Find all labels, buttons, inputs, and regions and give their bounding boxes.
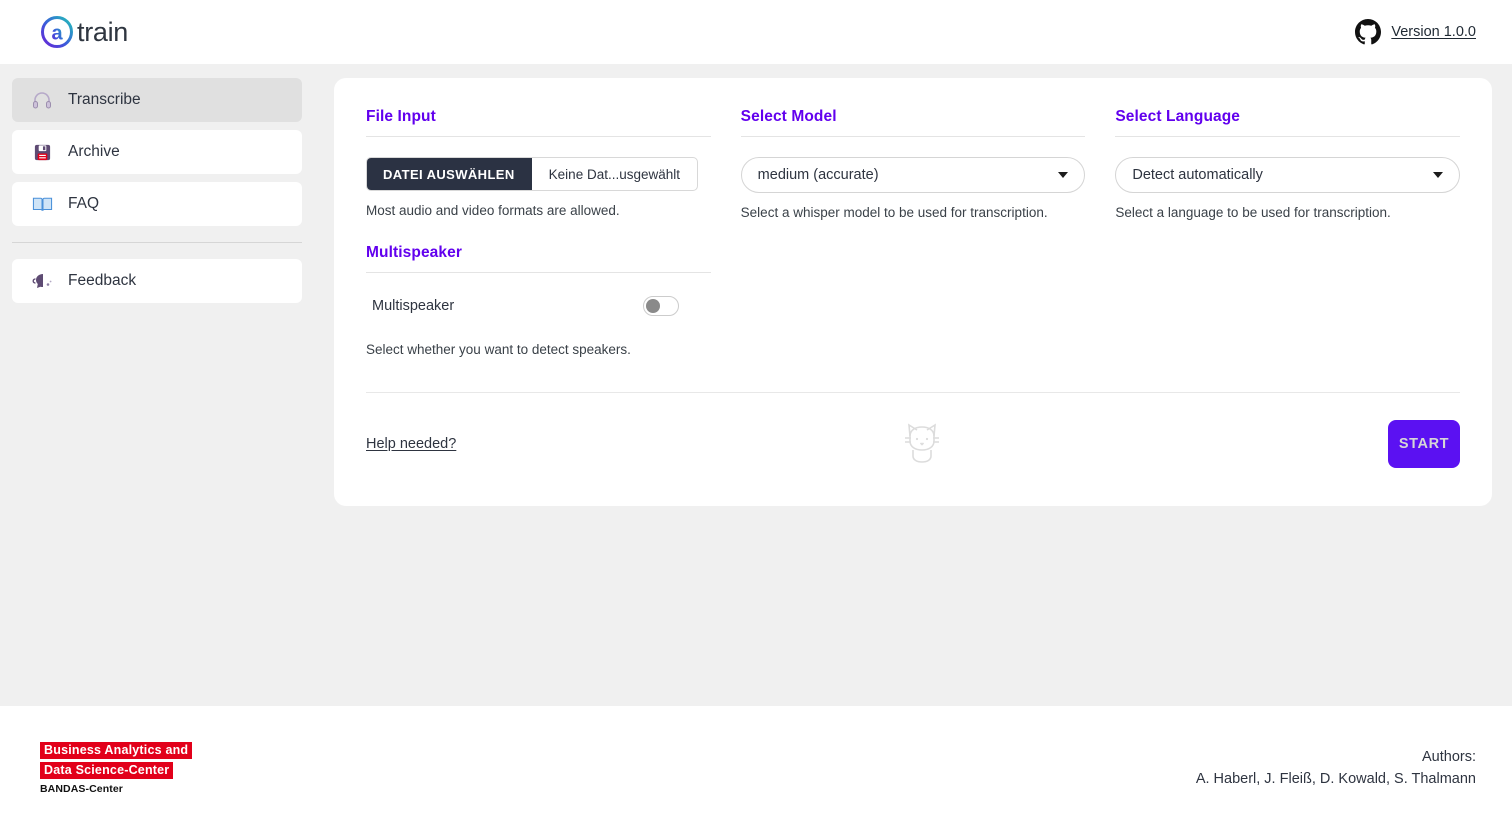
multispeaker-toggle[interactable] xyxy=(642,296,679,316)
column-select-language: Select Language Detect automatically Sel… xyxy=(1115,108,1461,357)
select-model-title: Select Model xyxy=(740,108,837,125)
chevron-down-icon xyxy=(1433,172,1444,178)
help-needed-link[interactable]: Help needed? xyxy=(366,436,456,452)
file-input-helper: Most audio and video formats are allowed… xyxy=(366,203,620,218)
selected-file-name: Keine Dat...usgewählt xyxy=(548,166,681,182)
section-divider xyxy=(1115,136,1461,137)
chevron-down-icon xyxy=(1058,172,1069,178)
sidebar-item-archive[interactable]: Archive xyxy=(12,130,302,174)
authors-label: Authors: xyxy=(1422,749,1476,765)
model-select-value: medium (accurate) xyxy=(757,167,879,183)
cat-mascot-icon xyxy=(901,419,943,470)
select-model-helper: Select a whisper model to be used for tr… xyxy=(740,205,1048,220)
authors-names: A. Haberl, J. Fleiß, D. Kowald, S. Thalm… xyxy=(1195,771,1476,788)
multispeaker-title: Multispeaker xyxy=(366,244,462,261)
column-select-model: Select Model medium (accurate) Select a … xyxy=(740,108,1086,357)
sidebar-item-label: FAQ xyxy=(68,195,100,212)
sidebar-item-label: Transcribe xyxy=(68,91,141,108)
atrain-circle-a-logo: a xyxy=(40,15,74,49)
bandas-center-logo: Business Analytics and Data Science-Cent… xyxy=(40,741,193,795)
app-logo: a train xyxy=(40,15,128,49)
settings-grid: File Input DATEI AUSWÄHLEN Keine Dat...u… xyxy=(366,108,1461,357)
multispeaker-helper: Select whether you want to detect speake… xyxy=(366,342,631,357)
sidebar-item-label: Archive xyxy=(68,143,120,160)
sidebar-divider xyxy=(12,242,302,243)
version-area[interactable]: Version 1.0.0 xyxy=(1355,19,1476,45)
model-select[interactable]: medium (accurate) xyxy=(740,157,1086,193)
file-picker[interactable]: DATEI AUSWÄHLEN Keine Dat...usgewählt xyxy=(366,157,699,191)
app-header: a train Version 1.0.0 xyxy=(0,0,1512,64)
bandas-line-2: Data Science-Center xyxy=(40,762,174,779)
headphones-icon xyxy=(30,89,54,111)
language-select[interactable]: Detect automatically xyxy=(1115,157,1461,193)
bandas-line-1: Business Analytics and xyxy=(40,742,193,759)
section-divider xyxy=(366,136,711,137)
sidebar-item-label: Feedback xyxy=(68,272,137,289)
authors-block: Authors: A. Haberl, J. Fleiß, D. Kowald,… xyxy=(1196,746,1476,791)
card-divider xyxy=(366,392,1460,393)
column-file-input: File Input DATEI AUSWÄHLEN Keine Dat...u… xyxy=(366,108,711,357)
floppy-disk-icon xyxy=(30,141,54,163)
toggle-knob xyxy=(645,299,660,313)
speaking-head-icon xyxy=(30,270,54,292)
page-body: Transcribe Archive FAQ Feedback File Inp… xyxy=(0,64,1512,706)
multispeaker-row: Multispeaker xyxy=(366,293,711,319)
section-divider xyxy=(366,272,711,273)
logo-wordmark: train xyxy=(77,16,129,47)
start-button[interactable]: START xyxy=(1388,420,1460,468)
bandas-subtitle: BANDAS-Center xyxy=(40,783,123,795)
page-footer: Business Analytics and Data Science-Cent… xyxy=(0,706,1512,815)
github-icon[interactable] xyxy=(1355,19,1382,45)
section-divider xyxy=(740,136,1086,137)
card-footer-bar: Help needed? START xyxy=(366,408,1460,480)
multispeaker-label: Multispeaker xyxy=(372,298,455,314)
file-input-title: File Input xyxy=(366,108,436,125)
file-input-section: File Input DATEI AUSWÄHLEN Keine Dat...u… xyxy=(366,108,711,218)
sidebar: Transcribe Archive FAQ Feedback xyxy=(12,78,302,311)
transcribe-card: File Input DATEI AUSWÄHLEN Keine Dat...u… xyxy=(334,78,1492,506)
open-book-icon xyxy=(30,193,54,215)
select-language-helper: Select a language to be used for transcr… xyxy=(1115,205,1391,220)
sidebar-item-transcribe[interactable]: Transcribe xyxy=(12,78,302,122)
sidebar-item-faq[interactable]: FAQ xyxy=(12,182,302,226)
svg-text:a: a xyxy=(51,23,63,45)
language-select-value: Detect automatically xyxy=(1132,167,1263,183)
version-link[interactable]: Version 1.0.0 xyxy=(1391,24,1476,40)
select-language-title: Select Language xyxy=(1115,108,1241,125)
choose-file-button[interactable]: DATEI AUSWÄHLEN xyxy=(367,158,532,190)
sidebar-item-feedback[interactable]: Feedback xyxy=(12,259,302,303)
multispeaker-section: Multispeaker Multispeaker Select whether… xyxy=(366,244,711,357)
